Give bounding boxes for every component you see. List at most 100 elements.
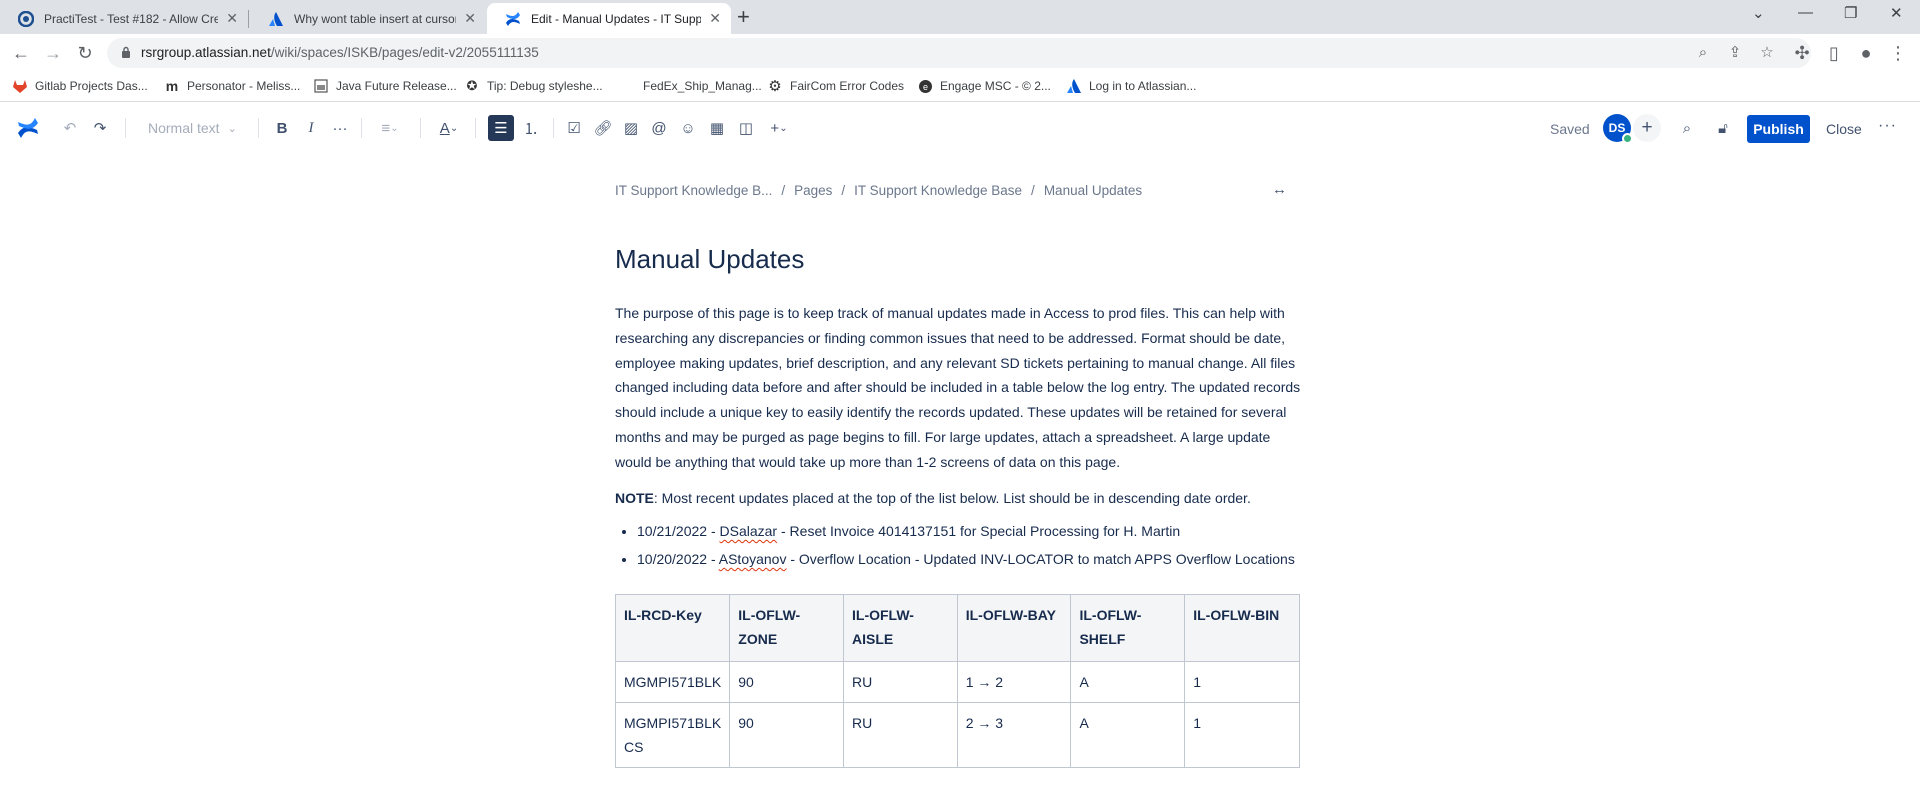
extensions-icon[interactable]: ✣	[1790, 42, 1814, 64]
svg-text:e: e	[922, 82, 927, 92]
find-icon[interactable]: ⌕	[1676, 116, 1698, 140]
lock-icon	[121, 46, 131, 59]
table-cell[interactable]: RU	[843, 661, 958, 703]
image-icon[interactable]: ▨	[620, 116, 642, 140]
table-header-row: IL-RCD-Key IL-OFLW-ZONE IL-OFLW-AISLE IL…	[614, 594, 1300, 662]
breadcrumb-pages[interactable]: Pages	[794, 183, 832, 198]
bookmark-gitlab[interactable]: Gitlab Projects Das...	[12, 78, 148, 94]
table-icon[interactable]: ▦	[706, 116, 728, 140]
bookmark-java[interactable]: Java Future Release...	[313, 78, 457, 94]
browser-tab-community[interactable]: Why wont table insert at cursor p ✕	[250, 3, 486, 34]
table-cell[interactable]: A	[1070, 702, 1186, 768]
browser-tab-confluence-active[interactable]: Edit - Manual Updates - IT Suppo ✕	[487, 3, 731, 34]
more-actions-icon[interactable]: ···	[1878, 117, 1897, 135]
bookmark-star-icon[interactable]: ☆	[1758, 44, 1776, 62]
list-item[interactable]: 10/20/2022 - AStoyanov - Overflow Locati…	[637, 545, 1295, 573]
table-cell[interactable]: 2 → 3	[956, 702, 1072, 768]
back-icon[interactable]: ←	[9, 42, 33, 64]
numbered-list-icon[interactable]: ⒈	[520, 116, 542, 140]
table-cell[interactable]: 1	[1184, 702, 1300, 768]
restore-icon[interactable]: ❐	[1844, 4, 1857, 22]
bookmark-tip-debug[interactable]: ✪ Tip: Debug styleshe...	[464, 78, 603, 94]
bookmark-fedex[interactable]: FedEx_Ship_Manag...	[620, 78, 762, 94]
avatar-initials: DS	[1608, 121, 1626, 135]
bookmark-engage[interactable]: e Engage MSC - © 2...	[917, 78, 1051, 94]
table-header-cell[interactable]: IL-RCD-Key	[614, 594, 731, 662]
window-close-icon[interactable]: ✕	[1890, 4, 1903, 22]
intro-paragraph[interactable]: The purpose of this page is to keep trac…	[615, 301, 1305, 475]
table-cell[interactable]: A	[1070, 661, 1186, 703]
layout-icon[interactable]: ◫	[735, 116, 757, 140]
table-cell[interactable]: 1 → 2	[956, 661, 1072, 703]
online-status-dot	[1622, 133, 1633, 144]
gear-icon: ⚙	[768, 78, 782, 95]
toolbar-divider	[420, 118, 421, 138]
note-paragraph[interactable]: NOTE: Most recent updates placed at the …	[615, 490, 1251, 506]
avatar[interactable]: DS	[1603, 114, 1633, 144]
more-formatting-icon[interactable]: ···	[329, 116, 351, 140]
share-icon[interactable]: ⇪	[1726, 44, 1744, 62]
text-color-icon[interactable]: A ⌄	[434, 116, 464, 140]
task-checkbox-icon[interactable]: ☑	[563, 116, 585, 140]
link-icon[interactable]: 🔗︎	[592, 116, 614, 140]
bookmark-atlassian-login[interactable]: Log in to Atlassian...	[1066, 78, 1196, 94]
table-header-cell[interactable]: IL-OFLW-BIN	[1184, 594, 1300, 662]
atlassian-icon	[1066, 78, 1082, 94]
bookmark-faircom[interactable]: ⚙ FairCom Error Codes	[767, 78, 904, 95]
browser-nav-bar: ← → ↻ rsrgroup.atlassian.net/wiki/spaces…	[0, 34, 1920, 72]
close-tab-icon[interactable]: ✕	[464, 10, 476, 27]
browser-tab-practitest[interactable]: PractiTest - Test #182 - Allow Cre ✕	[0, 3, 248, 34]
page-title[interactable]: Manual Updates	[615, 244, 804, 275]
close-editor-button[interactable]: Close	[1826, 121, 1862, 137]
profile-icon[interactable]: ●	[1854, 42, 1878, 64]
reload-icon[interactable]: ↻	[73, 42, 97, 64]
minimize-icon[interactable]: —	[1798, 4, 1813, 21]
tab-search-icon[interactable]: ⌄	[1752, 4, 1765, 22]
breadcrumb-current[interactable]: Manual Updates	[1044, 183, 1142, 198]
new-tab-icon[interactable]: +	[737, 4, 750, 30]
table-cell[interactable]: 90	[729, 702, 844, 768]
forward-icon[interactable]: →	[41, 42, 65, 64]
invite-collaborator-button[interactable]: +	[1633, 114, 1661, 142]
address-bar[interactable]: rsrgroup.atlassian.net/wiki/spaces/ISKB/…	[107, 38, 1811, 68]
page-width-toggle-icon[interactable]: ↔	[1272, 181, 1287, 198]
table-cell[interactable]: 1	[1184, 661, 1300, 703]
redo-icon[interactable]: ↷	[90, 116, 110, 140]
table-header-cell[interactable]: IL-OFLW-BAY	[956, 594, 1072, 662]
table-cell[interactable]: MGMPI571BLKCS	[614, 702, 731, 768]
confluence-favicon-icon	[505, 11, 521, 27]
undo-icon[interactable]: ↶	[60, 116, 80, 140]
table-row: MGMPI571BLKCS 90 RU 2 → 3 A 1	[614, 702, 1300, 768]
url-text: rsrgroup.atlassian.net/wiki/spaces/ISKB/…	[141, 45, 539, 60]
restrictions-lock-icon[interactable]: 🔓︎	[1712, 116, 1734, 140]
mention-icon[interactable]: @	[648, 116, 670, 140]
table-header-cell[interactable]: IL-OFLW-SHELF	[1070, 594, 1186, 662]
close-tab-icon[interactable]: ✕	[226, 10, 238, 27]
text-style-dropdown[interactable]: Normal text ⌄	[148, 116, 237, 140]
close-tab-icon[interactable]: ✕	[709, 10, 721, 27]
breadcrumb-parent[interactable]: IT Support Knowledge Base	[854, 183, 1022, 198]
publish-button[interactable]: Publish	[1747, 115, 1810, 143]
bold-icon[interactable]: B	[272, 116, 292, 140]
alignment-icon[interactable]: ≡ ⌄	[375, 116, 405, 140]
emoji-icon[interactable]: ☺	[677, 116, 699, 140]
insert-more-icon[interactable]: + ⌄	[764, 116, 794, 140]
table-cell[interactable]: MGMPI571BLK	[614, 661, 731, 703]
italic-icon[interactable]: I	[301, 116, 321, 140]
table-header-cell[interactable]: IL-OFLW-ZONE	[729, 594, 844, 662]
chevron-down-icon: ⌄	[227, 122, 237, 135]
breadcrumb-space[interactable]: IT Support Knowledge B...	[615, 183, 772, 198]
engage-icon: e	[917, 78, 933, 94]
zoom-icon[interactable]: ⌕	[1694, 44, 1712, 62]
side-panel-icon[interactable]: ▯	[1822, 42, 1846, 64]
table-cell[interactable]: RU	[843, 702, 958, 768]
bookmark-personator[interactable]: m Personator - Meliss...	[164, 78, 301, 94]
toolbar-divider	[258, 118, 259, 138]
bullet-list-icon[interactable]: ☰	[488, 115, 514, 141]
chrome-menu-icon[interactable]: ⋮	[1886, 42, 1910, 64]
confluence-logo-icon[interactable]	[16, 116, 40, 140]
gitlab-icon	[12, 78, 28, 94]
list-item[interactable]: 10/21/2022 - DSalazar - Reset Invoice 40…	[637, 517, 1295, 545]
table-cell[interactable]: 90	[729, 661, 844, 703]
table-header-cell[interactable]: IL-OFLW-AISLE	[843, 594, 958, 662]
